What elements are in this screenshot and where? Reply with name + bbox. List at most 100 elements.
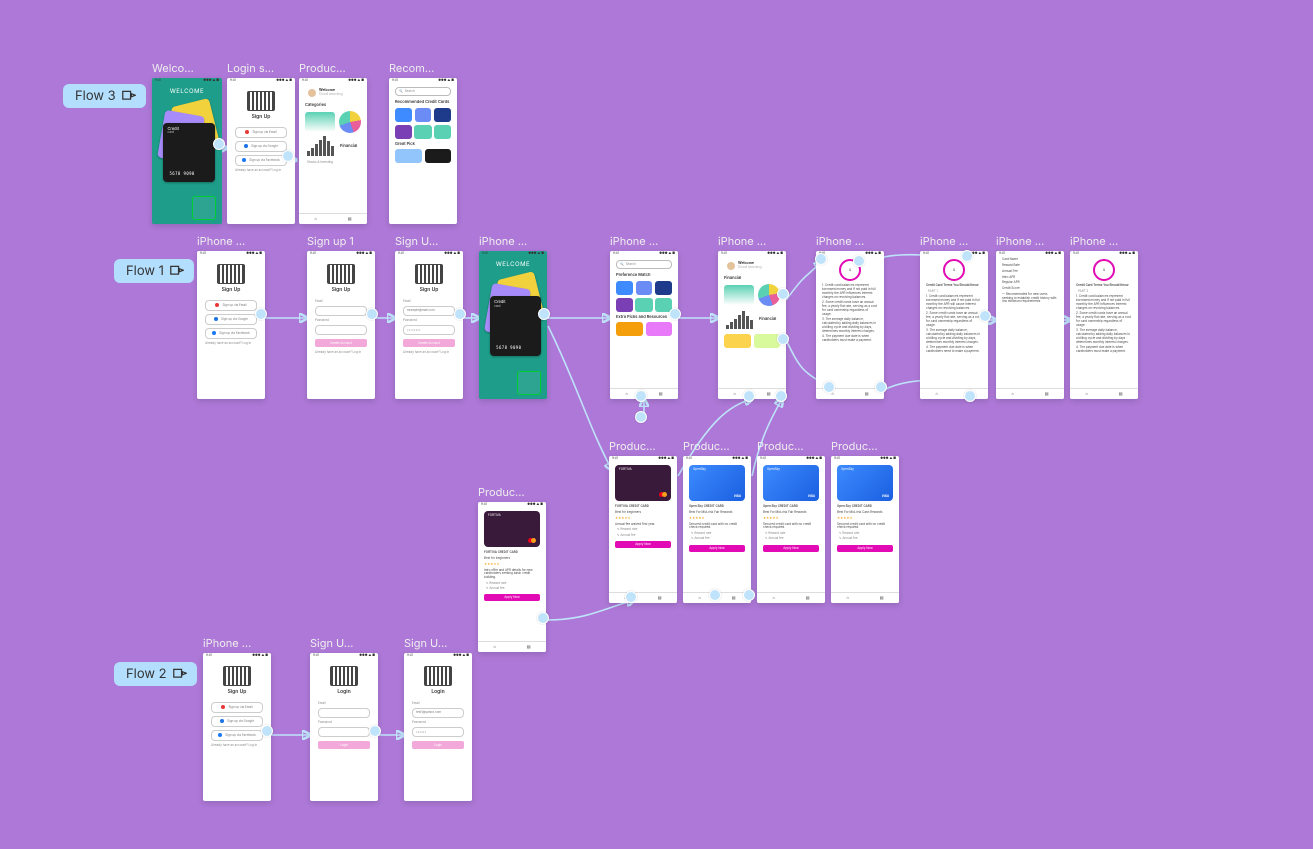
- password-input[interactable]: ••••••: [412, 727, 464, 737]
- signup-facebook-button[interactable]: Sign up via Facebook: [205, 328, 257, 339]
- home-icon[interactable]: ⌂: [733, 392, 735, 396]
- frame-title[interactable]: Produc…: [609, 439, 677, 453]
- password-input[interactable]: [315, 325, 367, 335]
- apply-now-button[interactable]: Apply Now: [615, 541, 671, 548]
- frame-r1f4[interactable]: iPhone …9:41●●● ▲ ■Search Preference Mat…: [610, 234, 678, 399]
- frame-body[interactable]: 9:41●●● ▲ ■ Sign Up Email Password Creat…: [307, 251, 375, 399]
- login-link[interactable]: Already have an account? Log in: [211, 744, 263, 747]
- frame-r1f9[interactable]: iPhone … 9:41●●● ▲ ■Q Credit Card Terms Y…: [1070, 234, 1138, 399]
- prototype-hotspot[interactable]: [538, 308, 550, 320]
- frame-r1f1[interactable]: Sign up 1 9:41●●● ▲ ■ Sign Up Email Passw…: [307, 234, 375, 399]
- card-row-3[interactable]: [395, 149, 451, 163]
- frame-title[interactable]: iPhone …: [197, 234, 265, 248]
- login-link[interactable]: Already have an account? Log in: [235, 169, 287, 172]
- footer-link[interactable]: Already have an account? Log in: [315, 351, 367, 354]
- frame-body[interactable]: 9:41●●● ▲ ■ Login Email test1@yahoo.comP…: [404, 653, 472, 801]
- frame-r2f3[interactable]: Produc…9:41●●● ▲ ■ OpenSky VISA Open Sky…: [757, 439, 825, 603]
- signup-google-button[interactable]: Sign up via Google: [211, 716, 263, 727]
- frame-body[interactable]: 9:41●●● ▲ ■ FORTIVA FORTIVA CREDIT CARD …: [609, 456, 677, 603]
- home-icon[interactable]: ⌂: [772, 596, 774, 600]
- financial-row[interactable]: Financial: [305, 136, 361, 158]
- signup-google-button[interactable]: Sign up via Google: [235, 141, 287, 152]
- frame-title[interactable]: Welco…: [152, 61, 222, 75]
- password-input[interactable]: [318, 727, 370, 737]
- frame-title[interactable]: iPhone …: [610, 234, 678, 248]
- prototype-hotspot[interactable]: [537, 612, 549, 624]
- frame-body[interactable]: 9:41●●● ▲ ■WELCOME Credit card 5678 9090: [479, 251, 547, 399]
- home-icon[interactable]: ⌂: [1085, 392, 1087, 396]
- frame-title[interactable]: Sign U…: [404, 636, 472, 650]
- frame-title[interactable]: Sign up 1: [307, 234, 375, 248]
- prototype-hotspot[interactable]: [979, 310, 991, 322]
- chat-icon[interactable]: ▤: [659, 392, 663, 396]
- frame-r3f1[interactable]: Sign U… 9:41●●● ▲ ■ Login Email Password …: [310, 636, 378, 801]
- prototype-hotspot[interactable]: [775, 390, 787, 402]
- email-input[interactable]: example@mail.com: [403, 306, 455, 316]
- frame-r2f4[interactable]: Produc…9:41●●● ▲ ■ OpenSky VISA Open Sky…: [831, 439, 899, 603]
- home-icon[interactable]: ⌂: [846, 596, 848, 600]
- frame-r0f2[interactable]: Produc… 9:41●●● ▲ ■ WelcomeGood morning C…: [299, 61, 367, 224]
- prototype-hotspot[interactable]: [964, 390, 976, 402]
- chat-icon[interactable]: ▤: [527, 645, 531, 649]
- email-input[interactable]: [318, 708, 370, 718]
- frame-body[interactable]: 9:41●●● ▲ ■ Sign Up Sign up via Email Si…: [203, 653, 271, 801]
- frame-r3f0[interactable]: iPhone …9:41●●● ▲ ■ Sign Up Sign up via …: [203, 636, 271, 801]
- signup-email-button[interactable]: Sign up via Email: [235, 127, 287, 138]
- frame-title[interactable]: Produc…: [299, 61, 367, 75]
- frame-body[interactable]: 9:41●●● ▲ ■ Login Email Password Login: [310, 653, 378, 801]
- prototype-canvas[interactable]: Flow 3Flow 1Flow 2Welco…9:41●●● ▲ ■WELCO…: [0, 0, 1313, 849]
- frame-body[interactable]: 9:41●●● ▲ ■Q 1. Credit card balances rep…: [816, 251, 884, 399]
- bottom-nav[interactable]: ⌂▤: [831, 592, 899, 603]
- home-icon[interactable]: ⌂: [698, 596, 700, 600]
- frame-body[interactable]: 9:41●●● ▲ ■Q Credit Card Terms You Shoul…: [920, 251, 988, 399]
- home-icon[interactable]: ⌂: [625, 392, 627, 396]
- frame-r2f2[interactable]: Produc…9:41●●● ▲ ■ OpenSky VISA Open Sky…: [683, 439, 751, 603]
- prototype-hotspot[interactable]: [875, 381, 887, 393]
- frame-r1f3[interactable]: iPhone …9:41●●● ▲ ■WELCOME Credit card 5…: [479, 234, 547, 399]
- signup-facebook-button[interactable]: Sign up via Facebook: [211, 730, 263, 741]
- prototype-hotspot[interactable]: [743, 390, 755, 402]
- frame-title[interactable]: Sign U…: [395, 234, 463, 248]
- search-input[interactable]: Search: [616, 260, 672, 269]
- chat-icon[interactable]: ▤: [865, 392, 869, 396]
- apply-now-button[interactable]: Apply Now: [837, 545, 893, 552]
- frame-title[interactable]: iPhone …: [1070, 234, 1138, 248]
- frame-r3f2[interactable]: Sign U… 9:41●●● ▲ ■ Login Email test1@yah…: [404, 636, 472, 801]
- prototype-hotspot[interactable]: [255, 308, 267, 320]
- prototype-hotspot[interactable]: [669, 308, 681, 320]
- prototype-hotspot[interactable]: [369, 725, 381, 737]
- prototype-hotspot[interactable]: [635, 390, 647, 402]
- home-icon[interactable]: ⌂: [831, 392, 833, 396]
- category-row[interactable]: [305, 111, 361, 133]
- frame-r0f3[interactable]: Recom…9:41●●● ▲ ■Search Recommended Cred…: [389, 61, 457, 224]
- email-input[interactable]: test1@yahoo.com: [412, 708, 464, 718]
- home-icon[interactable]: ⌂: [1011, 392, 1013, 396]
- apply-now-button[interactable]: Apply Now: [484, 594, 540, 601]
- apply-now-button[interactable]: Apply Now: [689, 545, 745, 552]
- frame-body[interactable]: 9:41●●● ▲ ■ OpenSky VISA Open Sky CREDIT…: [683, 456, 751, 603]
- card-row-1[interactable]: [616, 281, 672, 295]
- login-button[interactable]: Login: [412, 741, 464, 749]
- frame-body[interactable]: 9:41●●● ▲ ■ WelcomeGood morning Categori…: [299, 78, 367, 224]
- frame-r1f5[interactable]: iPhone …9:41●●● ▲ ■ WelcomeGood morning …: [718, 234, 786, 399]
- bottom-nav[interactable]: ⌂▤: [609, 592, 677, 603]
- password-input[interactable]: ••••••••: [403, 325, 455, 335]
- frame-r2f0[interactable]: Produc…9:41●●● ▲ ■ FORTIVA FORTIVA CREDI…: [478, 485, 546, 652]
- frame-title[interactable]: Sign U…: [310, 636, 378, 650]
- frame-title[interactable]: Login s…: [227, 61, 295, 75]
- frame-title[interactable]: Produc…: [831, 439, 899, 453]
- frame-body[interactable]: 9:41●●● ▲ ■Q Credit Card Terms You Shoul…: [1070, 251, 1138, 399]
- card-row-3[interactable]: [616, 322, 672, 336]
- prototype-hotspot[interactable]: [709, 589, 721, 601]
- prototype-hotspot[interactable]: [743, 589, 755, 601]
- prototype-hotspot[interactable]: [635, 411, 647, 423]
- chat-icon[interactable]: ▤: [348, 217, 352, 221]
- apply-now-button[interactable]: Apply Now: [763, 545, 819, 552]
- chat-icon[interactable]: ▤: [806, 596, 810, 600]
- bottom-nav[interactable]: ⌂▤: [920, 388, 988, 399]
- bottom-nav[interactable]: ⌂▤: [996, 388, 1064, 399]
- frame-title[interactable]: iPhone …: [996, 234, 1064, 248]
- frame-title[interactable]: Recom…: [389, 61, 457, 75]
- email-input[interactable]: [315, 306, 367, 316]
- frame-r2f1[interactable]: Produc… 9:41●●● ▲ ■ FORTIVA FORTIVA CREDI…: [609, 439, 677, 603]
